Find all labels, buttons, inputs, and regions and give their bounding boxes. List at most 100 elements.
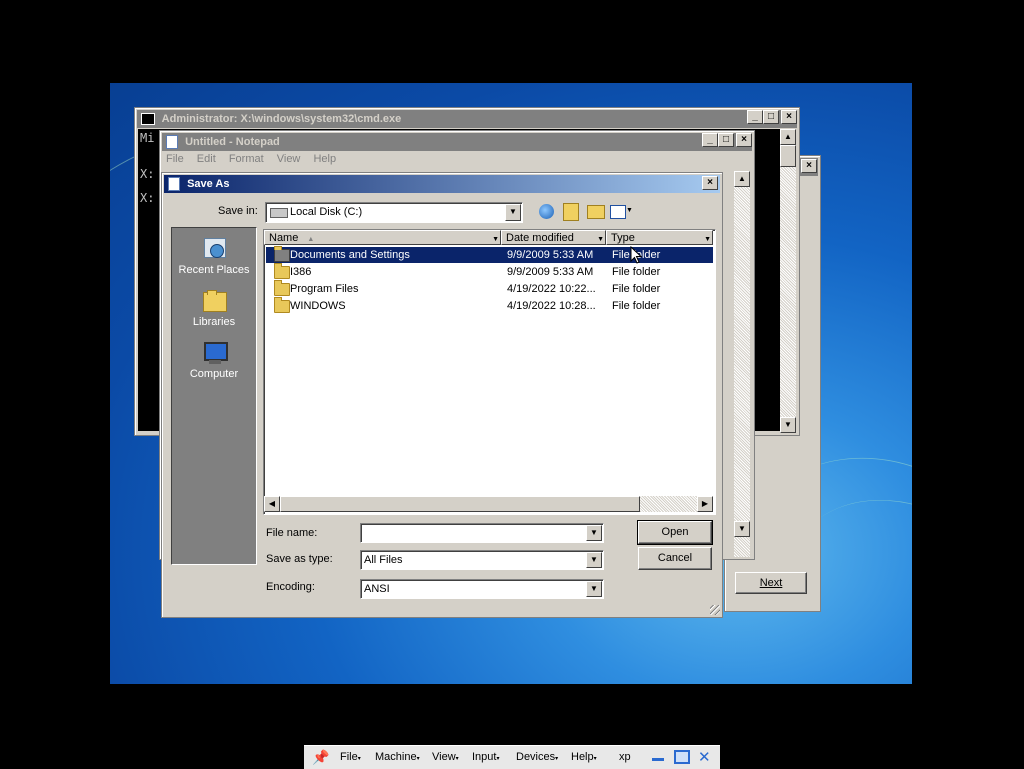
- restore-vm-icon[interactable]: [674, 750, 690, 764]
- save-type-dropdown[interactable]: All Files ▼: [360, 550, 604, 570]
- vm-menu-devices[interactable]: Devices▾: [516, 751, 558, 763]
- file-date: 4/19/2022 10:22...: [507, 283, 596, 295]
- place-label: Computer: [189, 368, 239, 380]
- cmd-close-button[interactable]: ×: [781, 110, 797, 124]
- chevron-down-icon[interactable]: ▼: [505, 204, 521, 221]
- view-menu-icon[interactable]: [610, 205, 626, 219]
- column-date-label: Date modified: [506, 232, 574, 244]
- folder-icon: [274, 246, 290, 262]
- open-button[interactable]: Open: [637, 520, 713, 545]
- view-menu-chevron-icon[interactable]: ▼: [626, 207, 633, 214]
- cmd-scrollbar[interactable]: ▲ ▼: [780, 129, 796, 433]
- chevron-down-icon[interactable]: ▼: [704, 232, 711, 247]
- file-name: I386: [290, 266, 312, 278]
- column-name[interactable]: Name ▲ ▼: [264, 230, 501, 245]
- new-folder-icon[interactable]: [587, 205, 605, 219]
- file-row[interactable]: WINDOWS 4/19/2022 10:28... File folder: [266, 297, 713, 314]
- encoding-value: ANSI: [364, 583, 390, 595]
- mouse-cursor-icon: [630, 246, 642, 264]
- file-name: Program Files: [290, 283, 359, 295]
- file-list-hscrollbar[interactable]: ◀ ▶: [264, 496, 713, 512]
- cmd-title-bar[interactable]: Administrator: X:\windows\system32\cmd.e…: [137, 110, 797, 128]
- file-row[interactable]: I386 9/9/2009 5:33 AM File folder: [266, 263, 713, 280]
- column-date-modified[interactable]: Date modified ▼: [501, 230, 606, 245]
- notepad-menu-bar: File Edit Format View Help: [166, 153, 336, 165]
- file-row[interactable]: Documents and Settings 9/9/2009 5:33 AM …: [266, 246, 713, 263]
- notepad-title-bar[interactable]: Untitled - Notepad: [162, 133, 752, 151]
- setup-close-button[interactable]: ×: [801, 159, 817, 173]
- vm-menu-input[interactable]: Input▾: [472, 751, 499, 763]
- chevron-down-icon[interactable]: ▼: [586, 581, 602, 597]
- file-name-label: File name:: [266, 527, 318, 539]
- menu-edit[interactable]: Edit: [197, 153, 216, 165]
- scroll-up-arrow[interactable]: ▲: [734, 171, 750, 187]
- file-date: 9/9/2009 5:33 AM: [507, 266, 594, 278]
- save-as-close-button[interactable]: ×: [702, 176, 718, 190]
- hscroll-thumb[interactable]: [280, 496, 640, 512]
- local-disk-icon: [270, 208, 288, 218]
- save-in-value: Local Disk (C:): [290, 206, 363, 218]
- chevron-down-icon[interactable]: ▼: [597, 232, 604, 247]
- vm-mini-toolbar: 📌 File▾ Machine▾ View▾ Input▾ Devices▾ H…: [304, 745, 720, 769]
- folder-icon: [274, 297, 290, 313]
- resize-grip-icon[interactable]: [710, 605, 720, 615]
- cancel-button[interactable]: Cancel: [638, 547, 712, 570]
- vm-menu-machine[interactable]: Machine▾: [375, 751, 420, 763]
- save-in-label: Save in:: [218, 205, 258, 217]
- file-type: File folder: [612, 300, 661, 312]
- cmd-scroll-thumb[interactable]: [780, 145, 796, 167]
- next-label: Next: [759, 577, 783, 589]
- vm-menu-view[interactable]: View▾: [432, 751, 459, 763]
- place-libraries[interactable]: Libraries: [172, 288, 256, 328]
- encoding-dropdown[interactable]: ANSI ▼: [360, 579, 604, 599]
- menu-help[interactable]: Help: [313, 153, 336, 165]
- file-type: File folder: [612, 266, 661, 278]
- notepad-scrollbar[interactable]: ▲ ▼: [734, 171, 750, 557]
- close-vm-icon[interactable]: ✕: [698, 748, 711, 766]
- minimize-vm-icon[interactable]: [652, 758, 664, 761]
- save-type-value: All Files: [364, 554, 403, 566]
- console-line: X:: [140, 191, 155, 205]
- place-label: Libraries: [192, 316, 236, 328]
- menu-file[interactable]: File: [166, 153, 184, 165]
- places-bar: Recent Places Libraries Computer: [171, 227, 257, 565]
- chevron-down-icon[interactable]: ▼: [586, 552, 602, 568]
- notepad-minimize-button[interactable]: _: [702, 133, 718, 147]
- folder-icon: [274, 280, 290, 296]
- place-label: Recent Places: [178, 264, 250, 276]
- cmd-minimize-button[interactable]: _: [747, 110, 763, 124]
- scroll-up-arrow[interactable]: ▲: [780, 129, 796, 145]
- menu-format[interactable]: Format: [229, 153, 264, 165]
- scroll-left-arrow[interactable]: ◀: [264, 496, 280, 512]
- scroll-down-arrow[interactable]: ▼: [780, 417, 796, 433]
- notepad-icon: [166, 135, 178, 150]
- chevron-down-icon[interactable]: ▼: [492, 232, 499, 247]
- menu-view[interactable]: View: [277, 153, 301, 165]
- pin-icon[interactable]: 📌: [312, 749, 329, 766]
- scroll-down-arrow[interactable]: ▼: [734, 521, 750, 537]
- scroll-right-arrow[interactable]: ▶: [697, 496, 713, 512]
- up-folder-icon[interactable]: [563, 203, 579, 221]
- vm-menu-help[interactable]: Help▾: [571, 751, 597, 763]
- chevron-down-icon[interactable]: ▼: [586, 525, 602, 541]
- cmd-icon: [141, 113, 155, 126]
- column-type[interactable]: Type ▼: [606, 230, 713, 245]
- place-recent-places[interactable]: Recent Places: [172, 236, 256, 276]
- notepad-close-button[interactable]: ×: [736, 133, 752, 147]
- file-row[interactable]: Program Files 4/19/2022 10:22... File fo…: [266, 280, 713, 297]
- cmd-maximize-button[interactable]: □: [763, 110, 779, 124]
- save-as-dialog[interactable]: Save As × Save in: Local Disk (C:) ▼ ▼ R…: [161, 172, 723, 618]
- next-button[interactable]: Next: [735, 572, 807, 594]
- notepad-maximize-button[interactable]: □: [718, 133, 734, 147]
- save-as-title-bar[interactable]: Save As: [164, 175, 720, 193]
- save-in-dropdown[interactable]: Local Disk (C:) ▼: [265, 202, 523, 223]
- file-list[interactable]: Name ▲ ▼ Date modified ▼ Type ▼ Document…: [263, 229, 716, 515]
- back-icon[interactable]: [539, 204, 554, 219]
- place-computer[interactable]: Computer: [172, 340, 256, 380]
- vm-menu-label: Devices: [516, 751, 556, 763]
- vm-menu-file[interactable]: File▾: [340, 751, 361, 763]
- file-date: 9/9/2009 5:33 AM: [507, 249, 594, 261]
- file-name-input[interactable]: ▼: [360, 523, 604, 543]
- console-line: Mi: [140, 131, 155, 145]
- vm-name: xp: [619, 751, 631, 763]
